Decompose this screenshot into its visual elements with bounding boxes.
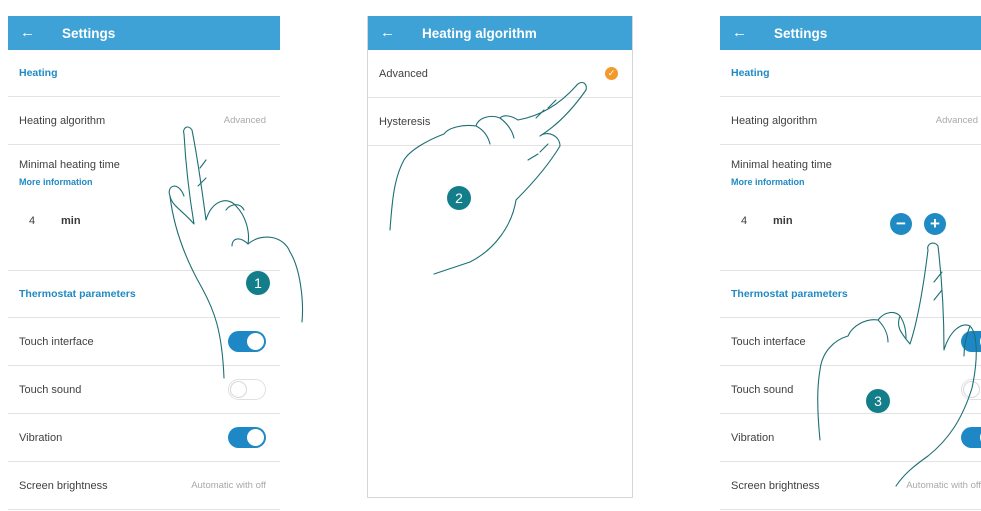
step-badge-3: 3 [866, 389, 890, 413]
heating-algorithm-screen-step-2: ← Heating algorithm Advanced ✓ Hysteresi… [367, 16, 633, 498]
screen-brightness-value: Automatic with off [906, 480, 981, 491]
toggle-knob [247, 333, 264, 350]
section-heading-thermostat: Thermostat parameters [720, 271, 981, 318]
heating-algorithm-row[interactable]: Heating algorithm Advanced [720, 97, 981, 145]
app-bar-title: Heating algorithm [422, 25, 537, 41]
touch-interface-toggle[interactable] [228, 331, 266, 352]
touch-sound-row: Touch sound [720, 366, 981, 414]
minimal-heating-time-label: Minimal heating time [731, 159, 832, 171]
algorithm-option-advanced[interactable]: Advanced ✓ [368, 50, 632, 98]
back-arrow-icon[interactable]: ← [20, 16, 40, 50]
minimal-heating-time-unit: min [773, 215, 793, 227]
section-heading-label: Heating [19, 67, 58, 79]
app-bar: ← Settings [720, 16, 981, 50]
app-bar-title: Settings [62, 25, 116, 41]
more-information-link[interactable]: More information [731, 177, 967, 187]
vibration-label: Vibration [731, 431, 775, 444]
step-badge-1: 1 [246, 271, 270, 295]
toggle-knob [247, 429, 264, 446]
minimal-heating-time-row: Minimal heating time More information 4 … [720, 145, 981, 271]
screen-brightness-value: Automatic with off [191, 480, 266, 491]
screen-brightness-row[interactable]: Screen brightness Automatic with off [8, 462, 280, 510]
section-heading-heating: Heating [720, 50, 981, 97]
heating-algorithm-value: Advanced [935, 115, 978, 126]
algorithm-option-hysteresis[interactable]: Hysteresis [368, 98, 632, 146]
touch-interface-row: Touch interface [8, 318, 280, 366]
section-heading-label: Heating [731, 67, 770, 79]
minimal-heating-time-value: 4 [741, 215, 748, 227]
touch-interface-toggle[interactable] [961, 331, 981, 352]
settings-screen-step-1: ← Settings Heating Heating algorithm Adv… [8, 16, 280, 511]
app-bar: ← Settings [8, 16, 280, 50]
minimal-heating-time-label: Minimal heating time [19, 159, 120, 171]
app-bar: ← Heating algorithm [368, 16, 632, 50]
decrease-button[interactable]: − [890, 213, 912, 235]
vibration-row: Vibration [8, 414, 280, 462]
section-heading-label: Thermostat parameters [19, 288, 136, 300]
vibration-toggle[interactable] [228, 427, 266, 448]
touch-interface-label: Touch interface [731, 335, 806, 348]
section-heading-heating: Heating [8, 50, 280, 97]
heating-algorithm-row[interactable]: Heating algorithm Advanced [8, 97, 280, 145]
minimal-heating-time-row: Minimal heating time More information 4 … [8, 145, 280, 271]
screen-brightness-row[interactable]: Screen brightness Automatic with off [720, 462, 981, 510]
app-bar-title: Settings [774, 25, 828, 41]
option-label: Hysteresis [379, 115, 431, 128]
minimal-heating-time-stepper: 4 min [741, 215, 793, 227]
heating-algorithm-label: Heating algorithm [731, 114, 818, 127]
heating-algorithm-value: Advanced [223, 115, 266, 126]
section-heading-label: Thermostat parameters [731, 288, 848, 300]
touch-sound-toggle[interactable] [961, 379, 981, 400]
toggle-knob [963, 381, 980, 398]
increase-button[interactable]: + [924, 213, 946, 235]
back-arrow-icon[interactable]: ← [732, 16, 752, 50]
option-label: Advanced [379, 67, 428, 80]
vibration-toggle[interactable] [961, 427, 981, 448]
settings-screen-step-3: ← Settings Heating Heating algorithm Adv… [720, 16, 981, 511]
minimal-heating-time-stepper: 4 min [29, 215, 81, 227]
minimal-heating-time-unit: min [61, 215, 81, 227]
vibration-row: Vibration [720, 414, 981, 462]
step-badge-2: 2 [447, 186, 471, 210]
touch-sound-toggle[interactable] [228, 379, 266, 400]
screen-brightness-label: Screen brightness [731, 479, 820, 492]
toggle-knob [230, 381, 247, 398]
section-heading-thermostat: Thermostat parameters [8, 271, 280, 318]
minimal-heating-time-value: 4 [29, 215, 36, 227]
more-information-link[interactable]: More information [19, 177, 266, 187]
touch-sound-label: Touch sound [731, 383, 794, 396]
heating-algorithm-label: Heating algorithm [19, 114, 106, 127]
touch-interface-row: Touch interface [720, 318, 981, 366]
back-arrow-icon[interactable]: ← [380, 16, 400, 50]
screen-brightness-label: Screen brightness [19, 479, 108, 492]
check-icon: ✓ [605, 67, 618, 80]
touch-sound-row: Touch sound [8, 366, 280, 414]
